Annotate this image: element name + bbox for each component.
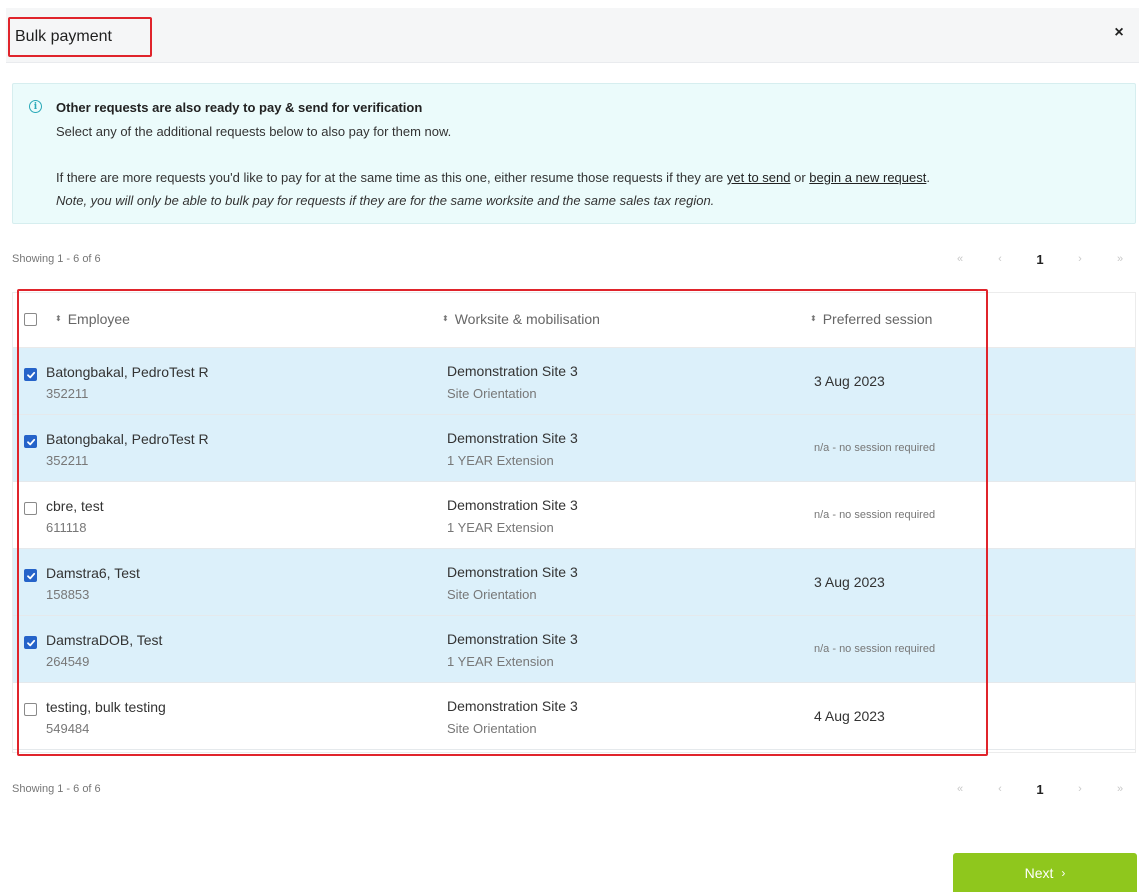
column-employee-label: Employee [67, 311, 130, 327]
next-button[interactable]: Next › [953, 853, 1137, 892]
employee-name: Damstra6, Test [46, 565, 140, 581]
preferred-session: n/a - no session required [814, 643, 936, 655]
info-more-requests: If there are more requests you'd like to… [56, 170, 930, 185]
current-page[interactable]: 1 [1030, 782, 1050, 797]
next-page-button[interactable]: › [1070, 783, 1090, 795]
first-page-button[interactable]: « [950, 253, 970, 265]
employee-id: 352211 [46, 453, 89, 468]
row-checkbox[interactable] [24, 569, 37, 582]
row-checkbox[interactable] [24, 502, 37, 515]
table-row[interactable]: Batongbakal, PedroTest R 352211 Demonstr… [13, 415, 1135, 482]
employee-id: 158853 [46, 587, 90, 602]
preferred-session: 3 Aug 2023 [814, 373, 885, 389]
preferred-session: 3 Aug 2023 [814, 574, 885, 590]
next-button-label: Next [1024, 864, 1054, 881]
employee-name: testing, bulk testing [46, 699, 166, 715]
mobilisation-type: 1 YEAR Extension [447, 520, 554, 535]
chevron-right-icon: › [1061, 865, 1066, 880]
row-checkbox[interactable] [24, 703, 37, 716]
sort-icon: ⬍ [442, 314, 449, 323]
worksite-name: Demonstration Site 3 [447, 363, 578, 379]
worksite-name: Demonstration Site 3 [447, 430, 578, 446]
sort-icon: ⬍ [55, 314, 62, 323]
worksite-name: Demonstration Site 3 [447, 497, 578, 513]
column-worksite[interactable]: ⬍ Worksite & mobilisation [442, 311, 600, 327]
last-page-button[interactable]: » [1110, 253, 1130, 265]
info-text-pre: If there are more requests you'd like to… [56, 170, 727, 185]
worksite-name: Demonstration Site 3 [447, 564, 578, 580]
dialog-header: Bulk payment × [6, 8, 1139, 63]
employee-id: 264549 [46, 654, 90, 669]
current-page[interactable]: 1 [1030, 252, 1050, 267]
table-header: ⬍ Employee ⬍ Worksite & mobilisation ⬍ P… [13, 293, 1135, 348]
column-employee[interactable]: ⬍ Employee [55, 311, 130, 327]
requests-table: ⬍ Employee ⬍ Worksite & mobilisation ⬍ P… [12, 292, 1136, 753]
row-checkbox[interactable] [24, 435, 37, 448]
dialog-title: Bulk payment [8, 17, 152, 57]
sort-icon: ⬍ [810, 314, 817, 323]
next-page-button[interactable]: › [1070, 253, 1090, 265]
mobilisation-type: Site Orientation [447, 721, 537, 736]
info-note: Note, you will only be able to bulk pay … [56, 193, 715, 208]
table-row[interactable]: Batongbakal, PedroTest R 352211 Demonstr… [13, 348, 1135, 415]
employee-name: Batongbakal, PedroTest R [46, 364, 209, 380]
prev-page-button[interactable]: ‹ [990, 253, 1010, 265]
info-instruction: Select any of the additional requests be… [56, 124, 452, 139]
begin-new-request-link[interactable]: begin a new request [809, 170, 926, 185]
employee-name: DamstraDOB, Test [46, 632, 163, 648]
showing-count-top: Showing 1 - 6 of 6 [12, 253, 101, 265]
mobilisation-type: 1 YEAR Extension [447, 453, 554, 468]
mobilisation-type: Site Orientation [447, 587, 537, 602]
employee-id: 352211 [46, 386, 89, 401]
row-checkbox[interactable] [24, 368, 37, 381]
pagination-bottom: « ‹ 1 › » [950, 780, 1130, 798]
yet-to-send-link[interactable]: yet to send [727, 170, 791, 185]
worksite-name: Demonstration Site 3 [447, 631, 578, 647]
employee-id: 611118 [46, 520, 87, 535]
column-worksite-label: Worksite & mobilisation [454, 311, 600, 327]
column-session-label: Preferred session [822, 311, 933, 327]
info-notice: i Other requests are also ready to pay &… [12, 83, 1136, 224]
employee-name: cbre, test [46, 498, 104, 514]
last-page-button[interactable]: » [1110, 783, 1130, 795]
info-icon: i [29, 100, 42, 113]
worksite-name: Demonstration Site 3 [447, 698, 578, 714]
select-all-checkbox[interactable] [24, 313, 37, 326]
employee-name: Batongbakal, PedroTest R [46, 431, 209, 447]
showing-count-bottom: Showing 1 - 6 of 6 [12, 783, 101, 795]
column-session[interactable]: ⬍ Preferred session [810, 311, 932, 327]
info-text-post: . [926, 170, 930, 185]
table-row[interactable]: testing, bulk testing 549484 Demonstrati… [13, 683, 1135, 750]
mobilisation-type: Site Orientation [447, 386, 537, 401]
info-text-mid: or [790, 170, 810, 185]
mobilisation-type: 1 YEAR Extension [447, 654, 554, 669]
employee-id: 549484 [46, 721, 90, 736]
prev-page-button[interactable]: ‹ [990, 783, 1010, 795]
table-row[interactable]: Damstra6, Test 158853 Demonstration Site… [13, 549, 1135, 616]
table-row[interactable]: cbre, test 611118 Demonstration Site 3 1… [13, 482, 1135, 549]
info-heading: Other requests are also ready to pay & s… [56, 100, 423, 115]
table-row[interactable]: DamstraDOB, Test 264549 Demonstration Si… [13, 616, 1135, 683]
row-checkbox[interactable] [24, 636, 37, 649]
preferred-session: n/a - no session required [814, 509, 936, 521]
preferred-session: 4 Aug 2023 [814, 708, 885, 724]
pagination-top: « ‹ 1 › » [950, 250, 1130, 268]
first-page-button[interactable]: « [950, 783, 970, 795]
close-icon[interactable]: × [1109, 23, 1129, 43]
preferred-session: n/a - no session required [814, 442, 936, 454]
bulk-payment-dialog: Bulk payment × i Other requests are also… [0, 0, 1139, 892]
